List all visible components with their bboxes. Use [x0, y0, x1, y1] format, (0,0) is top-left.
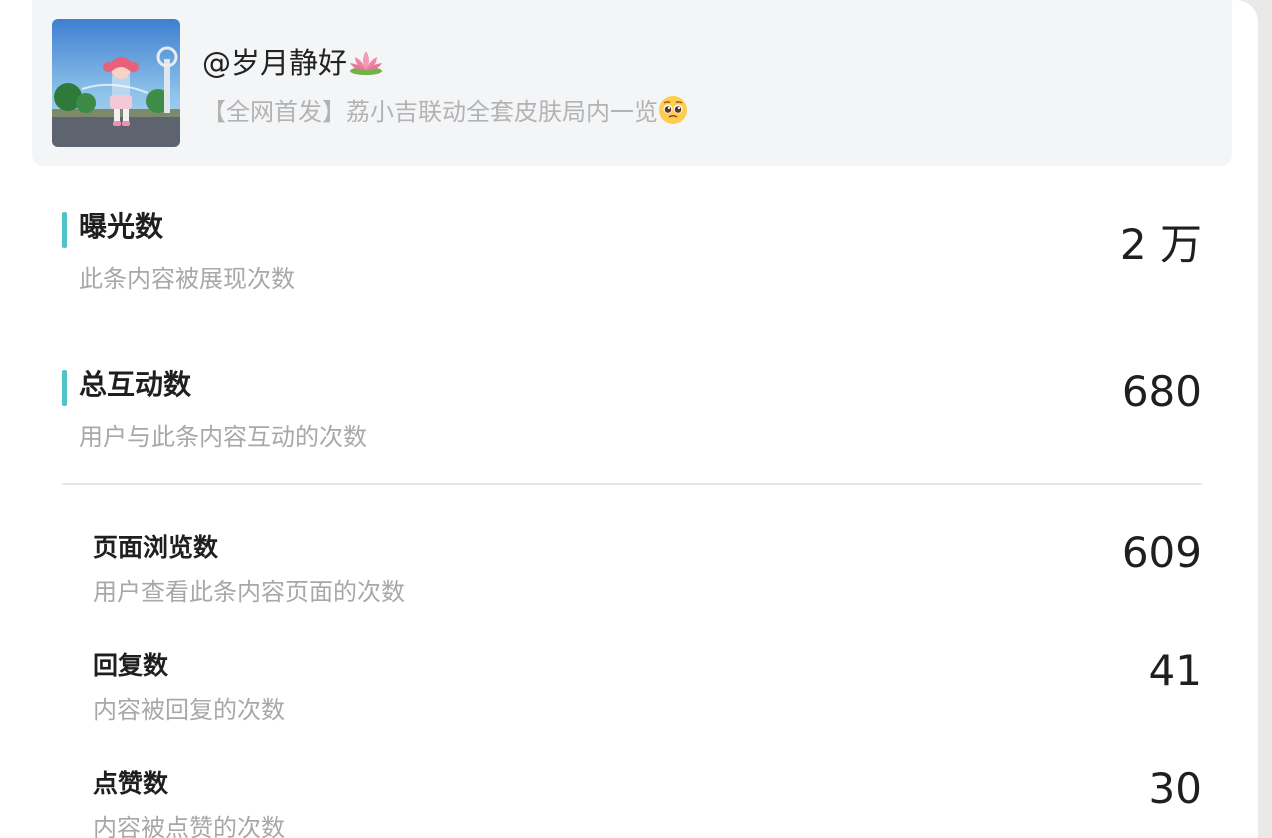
breakdown-replies: 回复数 内容被回复的次数 41 [93, 646, 1202, 726]
lotus-icon [347, 47, 385, 84]
accent-bar [62, 370, 67, 406]
metric-value: 2 万 [1119, 220, 1202, 269]
breakdown-value: 609 [1121, 528, 1202, 577]
metric-value: 680 [1121, 367, 1202, 416]
metric-impressions: 曝光数 此条内容被展现次数 2 万 [62, 205, 1202, 295]
breakdown-description: 用户查看此条内容页面的次数 [93, 578, 405, 606]
metric-description: 此条内容被展现次数 [79, 265, 295, 293]
post-analytics-panel: @岁月静好 【全网首发】荔小吉联动全套皮肤局内一览 曝光数 此条内容被展现次数 … [0, 0, 1272, 838]
breakdown-likes: 点赞数 内容被点赞的次数 30 [93, 764, 1202, 838]
breakdown-page-views: 页面浏览数 用户查看此条内容页面的次数 609 [93, 528, 1202, 608]
post-author-name: @岁月静好 [202, 46, 348, 80]
breakdown-description: 内容被回复的次数 [93, 696, 285, 724]
window-edge-strip [1258, 0, 1272, 838]
breakdown-description: 内容被点赞的次数 [93, 814, 285, 838]
metric-description: 用户与此条内容互动的次数 [79, 423, 367, 451]
breakdown-name: 页面浏览数 [93, 533, 219, 562]
post-title[interactable]: 【全网首发】荔小吉联动全套皮肤局内一览 [202, 92, 688, 131]
metric-name: 总互动数 [79, 368, 192, 401]
pleading-face-icon [658, 95, 688, 131]
post-title-text: 【全网首发】荔小吉联动全套皮肤局内一览 [202, 98, 658, 126]
metric-name: 曝光数 [79, 210, 164, 243]
breakdown-name: 回复数 [93, 651, 169, 680]
post-author[interactable]: @岁月静好 [202, 40, 385, 84]
breakdown-name: 点赞数 [93, 769, 169, 798]
metric-total-interactions: 总互动数 用户与此条内容互动的次数 680 [62, 363, 1202, 453]
breakdown-value: 41 [1148, 646, 1202, 695]
post-card[interactable]: @岁月静好 【全网首发】荔小吉联动全套皮肤局内一览 [32, 0, 1232, 166]
accent-bar [62, 212, 67, 248]
post-thumbnail[interactable] [52, 19, 180, 147]
breakdown-value: 30 [1148, 764, 1202, 813]
divider [62, 483, 1202, 485]
